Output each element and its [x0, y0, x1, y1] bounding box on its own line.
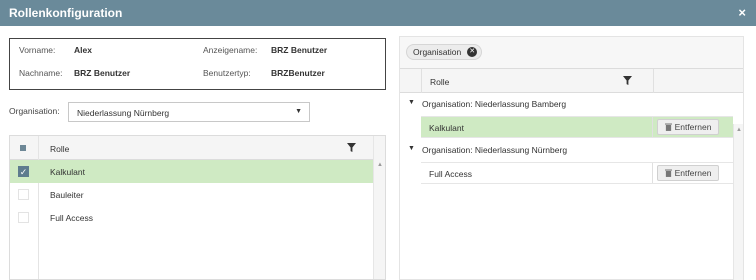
scroll-up-icon[interactable]: ▲ [736, 127, 742, 133]
role-label: Full Access [429, 169, 472, 179]
remove-button[interactable]: Entfernen [657, 165, 719, 181]
anzeigename-value: BRZ Benutzer [271, 45, 328, 55]
vertical-scrollbar[interactable]: ▲ [733, 124, 743, 280]
role-label: Bauleiter [50, 190, 84, 200]
triangle-down-icon[interactable]: ▼ [408, 145, 415, 152]
column-header-rolle[interactable]: Rolle [50, 144, 69, 154]
benutzertyp-value: BRZBenutzer [271, 68, 325, 78]
group-by-chip[interactable]: Organisation ✕ [406, 44, 483, 60]
column-header-rolle: Rolle [430, 77, 450, 87]
table-row[interactable]: ✓ Kalkulant [10, 160, 375, 183]
column-divider [652, 117, 653, 137]
vertical-scrollbar[interactable]: ▲ [373, 136, 385, 279]
role-label: Kalkulant [50, 167, 85, 177]
row-checkbox[interactable] [18, 189, 29, 200]
nachname-label: Nachname: [19, 68, 63, 78]
organisation-select-value: Niederlassung Nürnberg [77, 108, 170, 118]
group-row[interactable]: ▼ Organisation: Niederlassung Nürnberg [400, 139, 733, 161]
caret-down-icon: ▼ [295, 108, 302, 115]
group-by-chip-label: Organisation [413, 47, 462, 57]
remove-button-label: Entfernen [674, 168, 712, 178]
column-header-actions [653, 69, 743, 93]
filter-icon[interactable] [347, 143, 356, 152]
organisation-select[interactable]: Niederlassung Nürnberg ▼ [68, 102, 310, 122]
row-checkbox[interactable] [18, 212, 29, 223]
triangle-down-icon[interactable]: ▼ [408, 99, 415, 106]
select-all-checkbox[interactable] [20, 145, 26, 151]
anzeigename-label: Anzeigename: [203, 45, 258, 55]
benutzertyp-label: Benutzertyp: [203, 68, 251, 78]
role-label: Full Access [50, 213, 93, 223]
remove-button-label: Entfernen [674, 122, 712, 132]
group-row[interactable]: ▼ Organisation: Niederlassung Bamberg [400, 93, 733, 115]
vorname-label: Vorname: [19, 45, 56, 55]
role-assignment-grid: Rolle ✓ Kalkulant Bauleiter Full Access … [9, 135, 386, 280]
table-row[interactable]: Bauleiter [10, 183, 375, 206]
role-label: Kalkulant [429, 123, 464, 133]
column-divider [652, 163, 653, 183]
nachname-value: BRZ Benutzer [74, 68, 131, 78]
column-header-rolle-cell[interactable]: Rolle [421, 69, 653, 93]
table-row[interactable]: Full Access Entfernen [421, 162, 733, 184]
assigned-roles-panel: Organisation ✕ Rolle ▼ Organisation: Nie… [399, 36, 744, 280]
vorname-value: Alex [74, 45, 92, 55]
remove-button[interactable]: Entfernen [657, 119, 719, 135]
filter-icon[interactable] [623, 76, 632, 85]
trash-icon [664, 169, 672, 177]
row-checkbox[interactable]: ✓ [18, 166, 29, 177]
assigned-roles-grid: Rolle ▼ Organisation: Niederlassung Bamb… [400, 68, 743, 280]
dialog-title: Rollenkonfiguration [9, 6, 123, 20]
grid-header: Rolle [10, 136, 385, 160]
scroll-up-icon[interactable]: ▲ [377, 162, 383, 168]
group-title: Organisation: Niederlassung Bamberg [422, 99, 567, 109]
user-info-box: Vorname: Alex Anzeigename: BRZ Benutzer … [9, 38, 386, 90]
circle-x-icon[interactable]: ✕ [467, 47, 478, 57]
trash-icon [664, 123, 672, 131]
close-icon[interactable]: × [738, 5, 746, 20]
dialog-titlebar: Rollenkonfiguration × [0, 0, 756, 26]
organisation-label: Organisation: [9, 106, 60, 116]
table-row[interactable]: Full Access [10, 206, 375, 229]
table-row[interactable]: Kalkulant Entfernen [421, 116, 733, 138]
grid-header: Rolle [400, 69, 743, 93]
group-title: Organisation: Niederlassung Nürnberg [422, 145, 568, 155]
